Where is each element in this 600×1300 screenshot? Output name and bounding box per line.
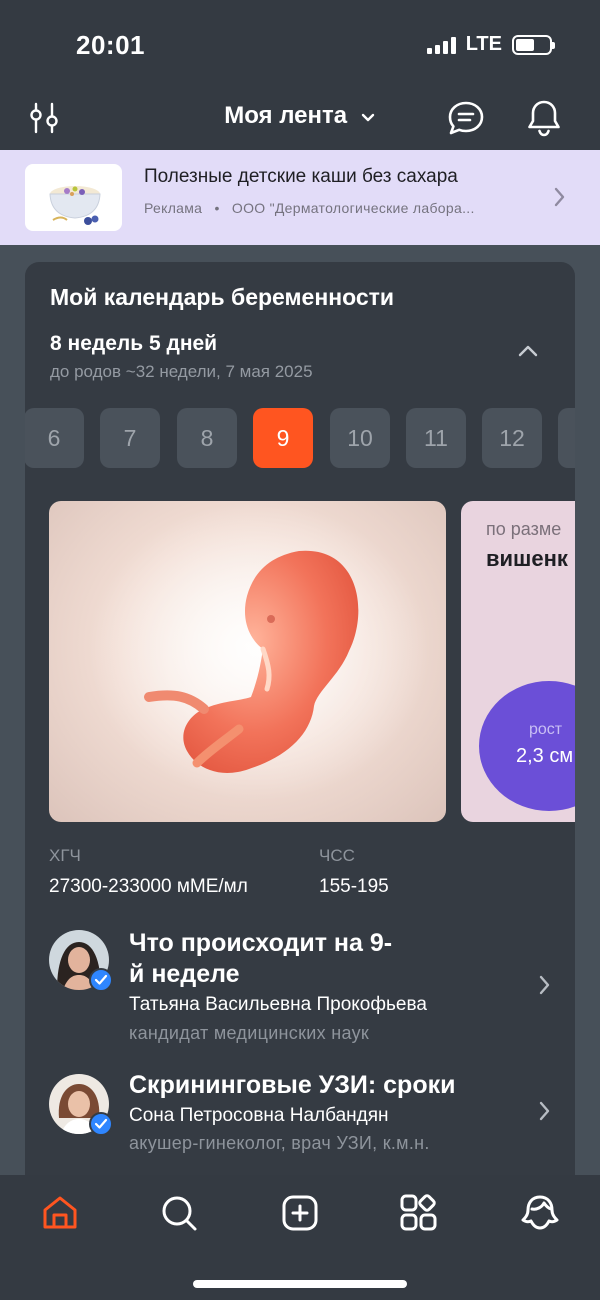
article-title-line: й неделе bbox=[129, 960, 240, 988]
article-author-role: кандидат медицинских наук bbox=[129, 1023, 370, 1043]
bell-icon[interactable] bbox=[524, 98, 564, 138]
ad-title: Полезные детские каши без сахара bbox=[144, 166, 458, 187]
home-icon[interactable] bbox=[38, 1191, 82, 1235]
profile-icon[interactable] bbox=[518, 1191, 562, 1235]
ad-image bbox=[25, 164, 122, 231]
week-pill[interactable]: 8 bbox=[177, 408, 237, 468]
article-author: Татьяна Васильевна Прокофьева bbox=[129, 994, 427, 1015]
avatar bbox=[49, 930, 113, 992]
network-type: LTE bbox=[465, 33, 502, 55]
article-author: Сона Петросовна Налбандян bbox=[129, 1105, 389, 1126]
article-item[interactable]: Скрининговые УЗИ: сроки Сона Петросовна … bbox=[25, 1068, 575, 1175]
feed-title: Моя лента bbox=[224, 102, 348, 129]
battery-icon bbox=[512, 34, 555, 55]
ad-banner[interactable]: Полезные детские каши без сахара Реклама… bbox=[0, 150, 600, 245]
search-icon[interactable] bbox=[157, 1191, 201, 1235]
article-item[interactable]: Что происходит на 9- й неделе Татьяна Ва… bbox=[25, 922, 575, 1052]
ad-meta: Реклама • ООО "Дерматологические лабора.… bbox=[144, 200, 475, 216]
week-pill[interactable]: 10 bbox=[330, 408, 390, 468]
article-author-role: акушер-гинеколог, врач УЗИ, к.м.н. bbox=[129, 1133, 430, 1153]
add-icon[interactable] bbox=[278, 1191, 322, 1235]
stat-value: 155-195 bbox=[319, 876, 389, 897]
bottom-tab-bar bbox=[0, 1175, 600, 1300]
week-pill-partial[interactable] bbox=[558, 408, 575, 468]
collapse-button[interactable] bbox=[517, 344, 539, 363]
size-comparison-card[interactable]: по разме вишенк рост 2,3 см bbox=[461, 501, 575, 822]
stat-value: 27300-233000 мМЕ/мл bbox=[49, 876, 248, 897]
week-pill[interactable]: 12 bbox=[482, 408, 542, 468]
growth-label: рост bbox=[529, 721, 563, 738]
ad-label: Реклама bbox=[144, 200, 203, 216]
chevron-down-icon bbox=[360, 103, 376, 131]
feed-selector[interactable]: Моя лента bbox=[0, 102, 600, 131]
verified-badge-icon bbox=[89, 968, 113, 992]
article-title-line: Что происходит на 9- bbox=[129, 929, 393, 957]
growth-value: 2,3 см bbox=[516, 745, 574, 767]
week-selector: 6 7 8 9 10 11 12 bbox=[25, 408, 575, 470]
chevron-right-icon bbox=[537, 1100, 551, 1127]
verified-badge-icon bbox=[89, 1112, 113, 1136]
status-indicators: LTE bbox=[426, 33, 555, 56]
signal-icon bbox=[426, 36, 456, 54]
week-pill-selected[interactable]: 9 bbox=[253, 408, 313, 468]
chevron-right-icon bbox=[552, 186, 566, 213]
ad-separator: • bbox=[214, 200, 220, 216]
services-grid-icon[interactable] bbox=[397, 1191, 441, 1235]
chevron-right-icon bbox=[537, 974, 551, 1001]
status-bar: 20:01 LTE bbox=[0, 0, 600, 90]
due-date: до родов ~32 недели, 7 мая 2025 bbox=[50, 362, 313, 381]
growth-badge: рост 2,3 см bbox=[479, 681, 575, 811]
heart-rate-stat: ЧСС 155-195 bbox=[319, 846, 389, 898]
article-title: Что происходит на 9- й неделе bbox=[129, 928, 392, 990]
week-pill[interactable]: 7 bbox=[100, 408, 160, 468]
status-time: 20:01 bbox=[76, 30, 145, 60]
home-indicator bbox=[193, 1280, 407, 1288]
week-pill[interactable]: 6 bbox=[25, 408, 84, 468]
top-nav: Моя лента bbox=[0, 90, 600, 150]
pregnancy-calendar-card: Мой календарь беременности 8 недель 5 дн… bbox=[25, 262, 575, 1175]
avatar bbox=[49, 1074, 113, 1136]
fetus-illustration[interactable] bbox=[49, 501, 446, 822]
pregnancy-duration: 8 недель 5 дней bbox=[50, 332, 218, 355]
stat-label: ХГЧ bbox=[49, 846, 81, 865]
chat-icon[interactable] bbox=[446, 98, 486, 138]
hcg-stat: ХГЧ 27300-233000 мМЕ/мл bbox=[49, 846, 248, 898]
week-pill[interactable]: 11 bbox=[406, 408, 466, 468]
ad-advertiser: ООО "Дерматологические лабора... bbox=[231, 200, 475, 216]
stat-label: ЧСС bbox=[319, 846, 355, 865]
size-value: вишенк bbox=[486, 546, 568, 571]
article-title: Скрининговые УЗИ: сроки bbox=[129, 1071, 456, 1099]
size-label: по разме bbox=[486, 519, 562, 539]
card-title: Мой календарь беременности bbox=[50, 284, 395, 310]
